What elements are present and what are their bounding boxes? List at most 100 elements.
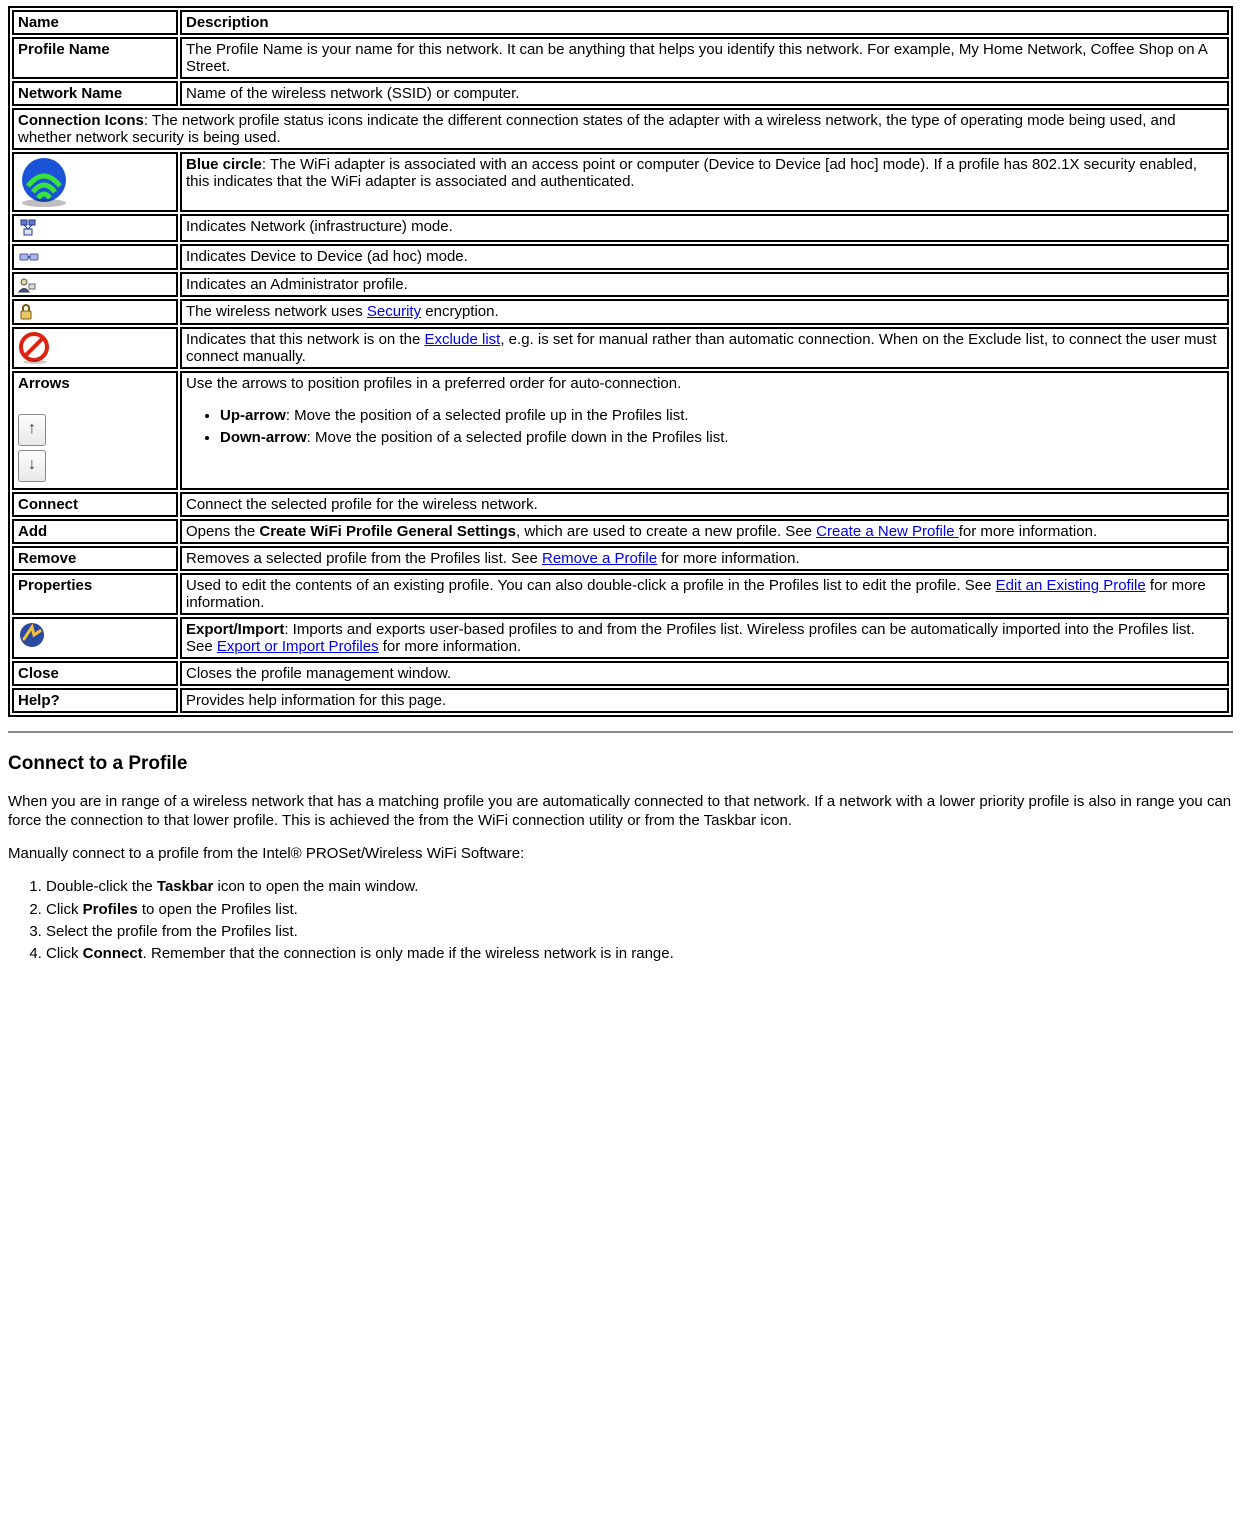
up-label: Up-arrow bbox=[220, 407, 286, 424]
create-profile-link[interactable]: Create a New Profile bbox=[816, 523, 959, 540]
cell-desc: Removes a selected profile from the Prof… bbox=[180, 546, 1229, 571]
infrastructure-icon bbox=[18, 218, 38, 238]
admin-icon bbox=[18, 277, 36, 293]
post: for more information. bbox=[657, 550, 800, 567]
cell-name: Profile Name bbox=[12, 37, 178, 79]
row-infra: Indicates Network (infrastructure) mode. bbox=[12, 214, 1229, 242]
step-4: Click Connect. Remember that the connect… bbox=[46, 944, 1233, 964]
adhoc-icon bbox=[18, 248, 40, 266]
row-security: The wireless network uses Security encry… bbox=[12, 299, 1229, 325]
label: Blue circle bbox=[186, 156, 262, 173]
pre: Double-click the bbox=[46, 878, 157, 895]
exclude-icon bbox=[18, 331, 52, 365]
cell-desc: Indicates Network (infrastructure) mode. bbox=[180, 214, 1229, 242]
header-row: Name Description bbox=[12, 10, 1229, 35]
cell-desc: The wireless network uses Security encry… bbox=[180, 299, 1229, 325]
row-admin: Indicates an Administrator profile. bbox=[12, 272, 1229, 297]
row-connection-icons: Connection Icons: The network profile st… bbox=[12, 108, 1229, 150]
bold: Create WiFi Profile General Settings bbox=[259, 523, 516, 540]
remove-profile-link[interactable]: Remove a Profile bbox=[542, 550, 657, 567]
cell-icon bbox=[12, 152, 178, 212]
profile-table: Name Description Profile Name The Profil… bbox=[8, 6, 1233, 717]
edit-profile-link[interactable]: Edit an Existing Profile bbox=[996, 577, 1146, 594]
row-adhoc: Indicates Device to Device (ad hoc) mode… bbox=[12, 244, 1229, 270]
lock-icon bbox=[18, 303, 34, 321]
cell-desc: Name of the wireless network (SSID) or c… bbox=[180, 81, 1229, 106]
row-blue-circle: Blue circle: The WiFi adapter is associa… bbox=[12, 152, 1229, 212]
cell-desc: Export/Import: Imports and exports user-… bbox=[180, 617, 1229, 659]
cell-name: Arrows ↑ ↓ bbox=[12, 371, 178, 490]
section-title: Connect to a Profile bbox=[8, 753, 1233, 775]
cell-icon bbox=[12, 214, 178, 242]
pre: Used to edit the contents of an existing… bbox=[186, 577, 996, 594]
post: icon to open the main window. bbox=[213, 878, 418, 895]
post: . Remember that the connection is only m… bbox=[143, 945, 674, 962]
pre: Indicates that this network is on the bbox=[186, 331, 424, 348]
cell-name: Network Name bbox=[12, 81, 178, 106]
row-network-name: Network Name Name of the wireless networ… bbox=[12, 81, 1229, 106]
row-help: Help? Provides help information for this… bbox=[12, 688, 1229, 713]
row-add: Add Opens the Create WiFi Profile Genera… bbox=[12, 519, 1229, 544]
post: to open the Profiles list. bbox=[138, 901, 298, 918]
cell-desc: Indicates an Administrator profile. bbox=[180, 272, 1229, 297]
bold: Profiles bbox=[83, 901, 138, 918]
up-item: Up-arrow: Move the position of a selecte… bbox=[220, 406, 1223, 426]
cell-icon bbox=[12, 244, 178, 270]
wifi-associated-icon bbox=[18, 156, 70, 208]
pre: The wireless network uses bbox=[186, 303, 367, 320]
bold: Connect bbox=[83, 945, 143, 962]
cell-full: Connection Icons: The network profile st… bbox=[12, 108, 1229, 150]
security-link[interactable]: Security bbox=[367, 303, 421, 320]
down-desc: : Move the position of a selected profil… bbox=[307, 429, 729, 446]
row-remove: Remove Removes a selected profile from t… bbox=[12, 546, 1229, 571]
label: Arrows bbox=[18, 375, 70, 392]
pre: Opens the bbox=[186, 523, 259, 540]
cell-name: Connect bbox=[12, 492, 178, 517]
row-export: Export/Import: Imports and exports user-… bbox=[12, 617, 1229, 659]
cell-desc: Closes the profile management window. bbox=[180, 661, 1229, 686]
cell-desc: Provides help information for this page. bbox=[180, 688, 1229, 713]
cell-desc: Used to edit the contents of an existing… bbox=[180, 573, 1229, 615]
section-p1: When you are in range of a wireless netw… bbox=[8, 793, 1233, 831]
cell-name: Close bbox=[12, 661, 178, 686]
cell-icon bbox=[12, 272, 178, 297]
intro: Use the arrows to position profiles in a… bbox=[186, 375, 681, 392]
pre: Removes a selected profile from the Prof… bbox=[186, 550, 542, 567]
cell-desc: Blue circle: The WiFi adapter is associa… bbox=[180, 152, 1229, 212]
desc: : The WiFi adapter is associated with an… bbox=[186, 156, 1197, 190]
row-connect: Connect Connect the selected profile for… bbox=[12, 492, 1229, 517]
down-label: Down-arrow bbox=[220, 429, 307, 446]
cell-name: Properties bbox=[12, 573, 178, 615]
cell-icon bbox=[12, 299, 178, 325]
label: Connection Icons bbox=[18, 112, 144, 129]
desc: : The network profile status icons indic… bbox=[18, 112, 1176, 146]
exclude-link[interactable]: Exclude list bbox=[424, 331, 500, 348]
pre: Click bbox=[46, 901, 83, 918]
cell-desc: Indicates Device to Device (ad hoc) mode… bbox=[180, 244, 1229, 270]
row-close: Close Closes the profile management wind… bbox=[12, 661, 1229, 686]
row-properties: Properties Used to edit the contents of … bbox=[12, 573, 1229, 615]
row-arrows: Arrows ↑ ↓ Use the arrows to position pr… bbox=[12, 371, 1229, 490]
up-desc: : Move the position of a selected profil… bbox=[286, 407, 689, 424]
cell-name: Add bbox=[12, 519, 178, 544]
export-import-link[interactable]: Export or Import Profiles bbox=[217, 638, 379, 655]
cell-icon bbox=[12, 327, 178, 369]
step-3: Select the profile from the Profiles lis… bbox=[46, 922, 1233, 942]
mid: , which are used to create a new profile… bbox=[516, 523, 816, 540]
section-p2: Manually connect to a profile from the I… bbox=[8, 845, 1233, 864]
down-item: Down-arrow: Move the position of a selec… bbox=[220, 428, 1223, 448]
cell-desc: The Profile Name is your name for this n… bbox=[180, 37, 1229, 79]
bold: Taskbar bbox=[157, 878, 213, 895]
col-desc: Description bbox=[180, 10, 1229, 35]
col-name: Name bbox=[12, 10, 178, 35]
step-1: Double-click the Taskbar icon to open th… bbox=[46, 877, 1233, 897]
cell-icon bbox=[12, 617, 178, 659]
cell-desc: Connect the selected profile for the wir… bbox=[180, 492, 1229, 517]
down-arrow-icon: ↓ bbox=[18, 450, 46, 482]
cell-name: Help? bbox=[12, 688, 178, 713]
steps-list: Double-click the Taskbar icon to open th… bbox=[8, 877, 1233, 964]
step-2: Click Profiles to open the Profiles list… bbox=[46, 900, 1233, 920]
export-import-icon bbox=[18, 621, 46, 649]
pre: Click bbox=[46, 945, 83, 962]
post: for more information. bbox=[379, 638, 522, 655]
